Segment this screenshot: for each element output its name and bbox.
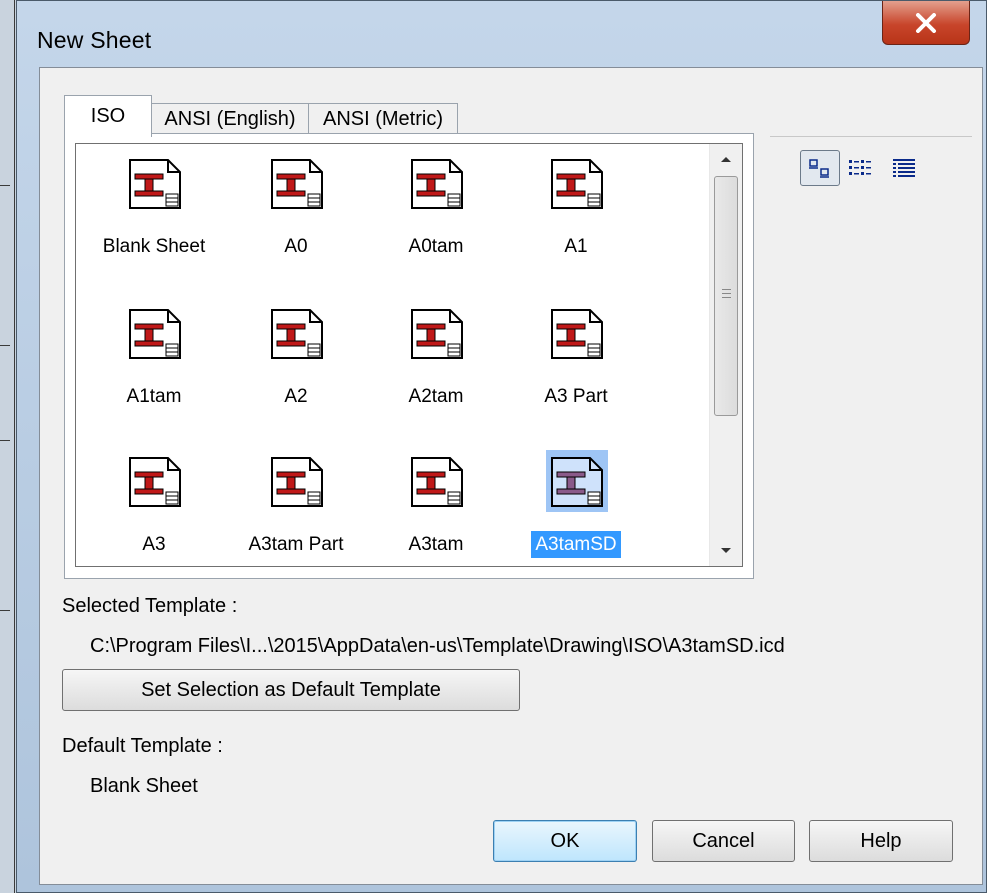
tab-ansi-metric[interactable]: ANSI (Metric)	[308, 103, 458, 135]
list-view-button[interactable]	[840, 150, 880, 186]
drawing-template-icon	[546, 152, 608, 214]
template-item-label: A0	[284, 236, 308, 257]
title-bar[interactable]: New Sheet	[17, 1, 986, 65]
ok-button[interactable]: OK	[493, 820, 637, 862]
drawing-template-icon	[266, 302, 328, 364]
template-item-label: A1	[564, 236, 588, 257]
template-list[interactable]: Blank Sheet A0 A0tam A1 A1tam A2 A2tam A3 Part A…	[75, 143, 743, 567]
drawing-template-icon	[124, 302, 186, 364]
drawing-template-icon	[406, 450, 468, 512]
list-view-icon	[849, 160, 871, 175]
grip-line	[722, 289, 731, 290]
cancel-button[interactable]: Cancel	[652, 820, 795, 862]
dialog-title: New Sheet	[37, 27, 152, 53]
drawing-template-icon	[266, 152, 328, 214]
template-item-label: Blank Sheet	[102, 236, 206, 257]
scroll-thumb[interactable]	[714, 176, 738, 416]
drawing-template-icon	[546, 450, 608, 512]
vertical-scrollbar[interactable]	[709, 144, 742, 566]
drawing-template-icon	[406, 152, 468, 214]
tab-panel: Blank Sheet A0 A0tam A1 A1tam A2 A2tam A3 Part A…	[64, 133, 754, 579]
template-item-label: A3tamSD	[530, 530, 622, 559]
new-sheet-dialog: New Sheet ISO ANSI (English) ANSI (Metri…	[16, 0, 987, 893]
arrow-down-icon	[721, 548, 731, 553]
grip-line	[722, 297, 731, 298]
default-template-value: Blank Sheet	[90, 775, 198, 797]
selected-template-label: Selected Template :	[62, 595, 238, 617]
template-item-label: A2	[284, 386, 308, 407]
drawing-template-icon	[546, 302, 608, 364]
template-item-label: A3 Part	[544, 386, 608, 407]
arrow-up-icon	[721, 157, 731, 162]
details-view-icon	[893, 159, 915, 177]
dialog-body: ISO ANSI (English) ANSI (Metric) Blank S…	[39, 67, 983, 885]
scroll-up-button[interactable]	[710, 144, 742, 174]
template-item-label: A0tam	[408, 236, 464, 257]
tab-iso[interactable]: ISO	[64, 95, 152, 137]
drawing-template-icon	[266, 450, 328, 512]
scroll-down-button[interactable]	[710, 536, 742, 566]
drawing-template-icon	[406, 302, 468, 364]
default-template-label: Default Template :	[62, 735, 223, 757]
template-item-label: A3	[142, 534, 166, 555]
set-default-template-button[interactable]: Set Selection as Default Template	[62, 669, 520, 711]
drawing-template-icon	[124, 450, 186, 512]
close-button[interactable]	[882, 1, 970, 45]
details-view-button[interactable]	[884, 150, 924, 186]
template-item-label: A2tam	[408, 386, 464, 407]
template-item-label: A3tam Part	[248, 534, 344, 555]
view-toolbar-divider	[770, 136, 972, 137]
template-item-label: A1tam	[126, 386, 182, 407]
close-icon	[916, 12, 936, 33]
template-item-label: A3tam	[408, 534, 464, 555]
selected-template-path: C:\Program Files\I...\2015\AppData\en-us…	[90, 635, 785, 657]
large-icons-view-button[interactable]	[800, 150, 840, 186]
help-button[interactable]: Help	[809, 820, 953, 862]
large-icons-view-icon	[809, 159, 829, 178]
tab-ansi-english[interactable]: ANSI (English)	[151, 103, 309, 135]
drawing-template-icon	[124, 152, 186, 214]
grip-line	[722, 293, 731, 294]
